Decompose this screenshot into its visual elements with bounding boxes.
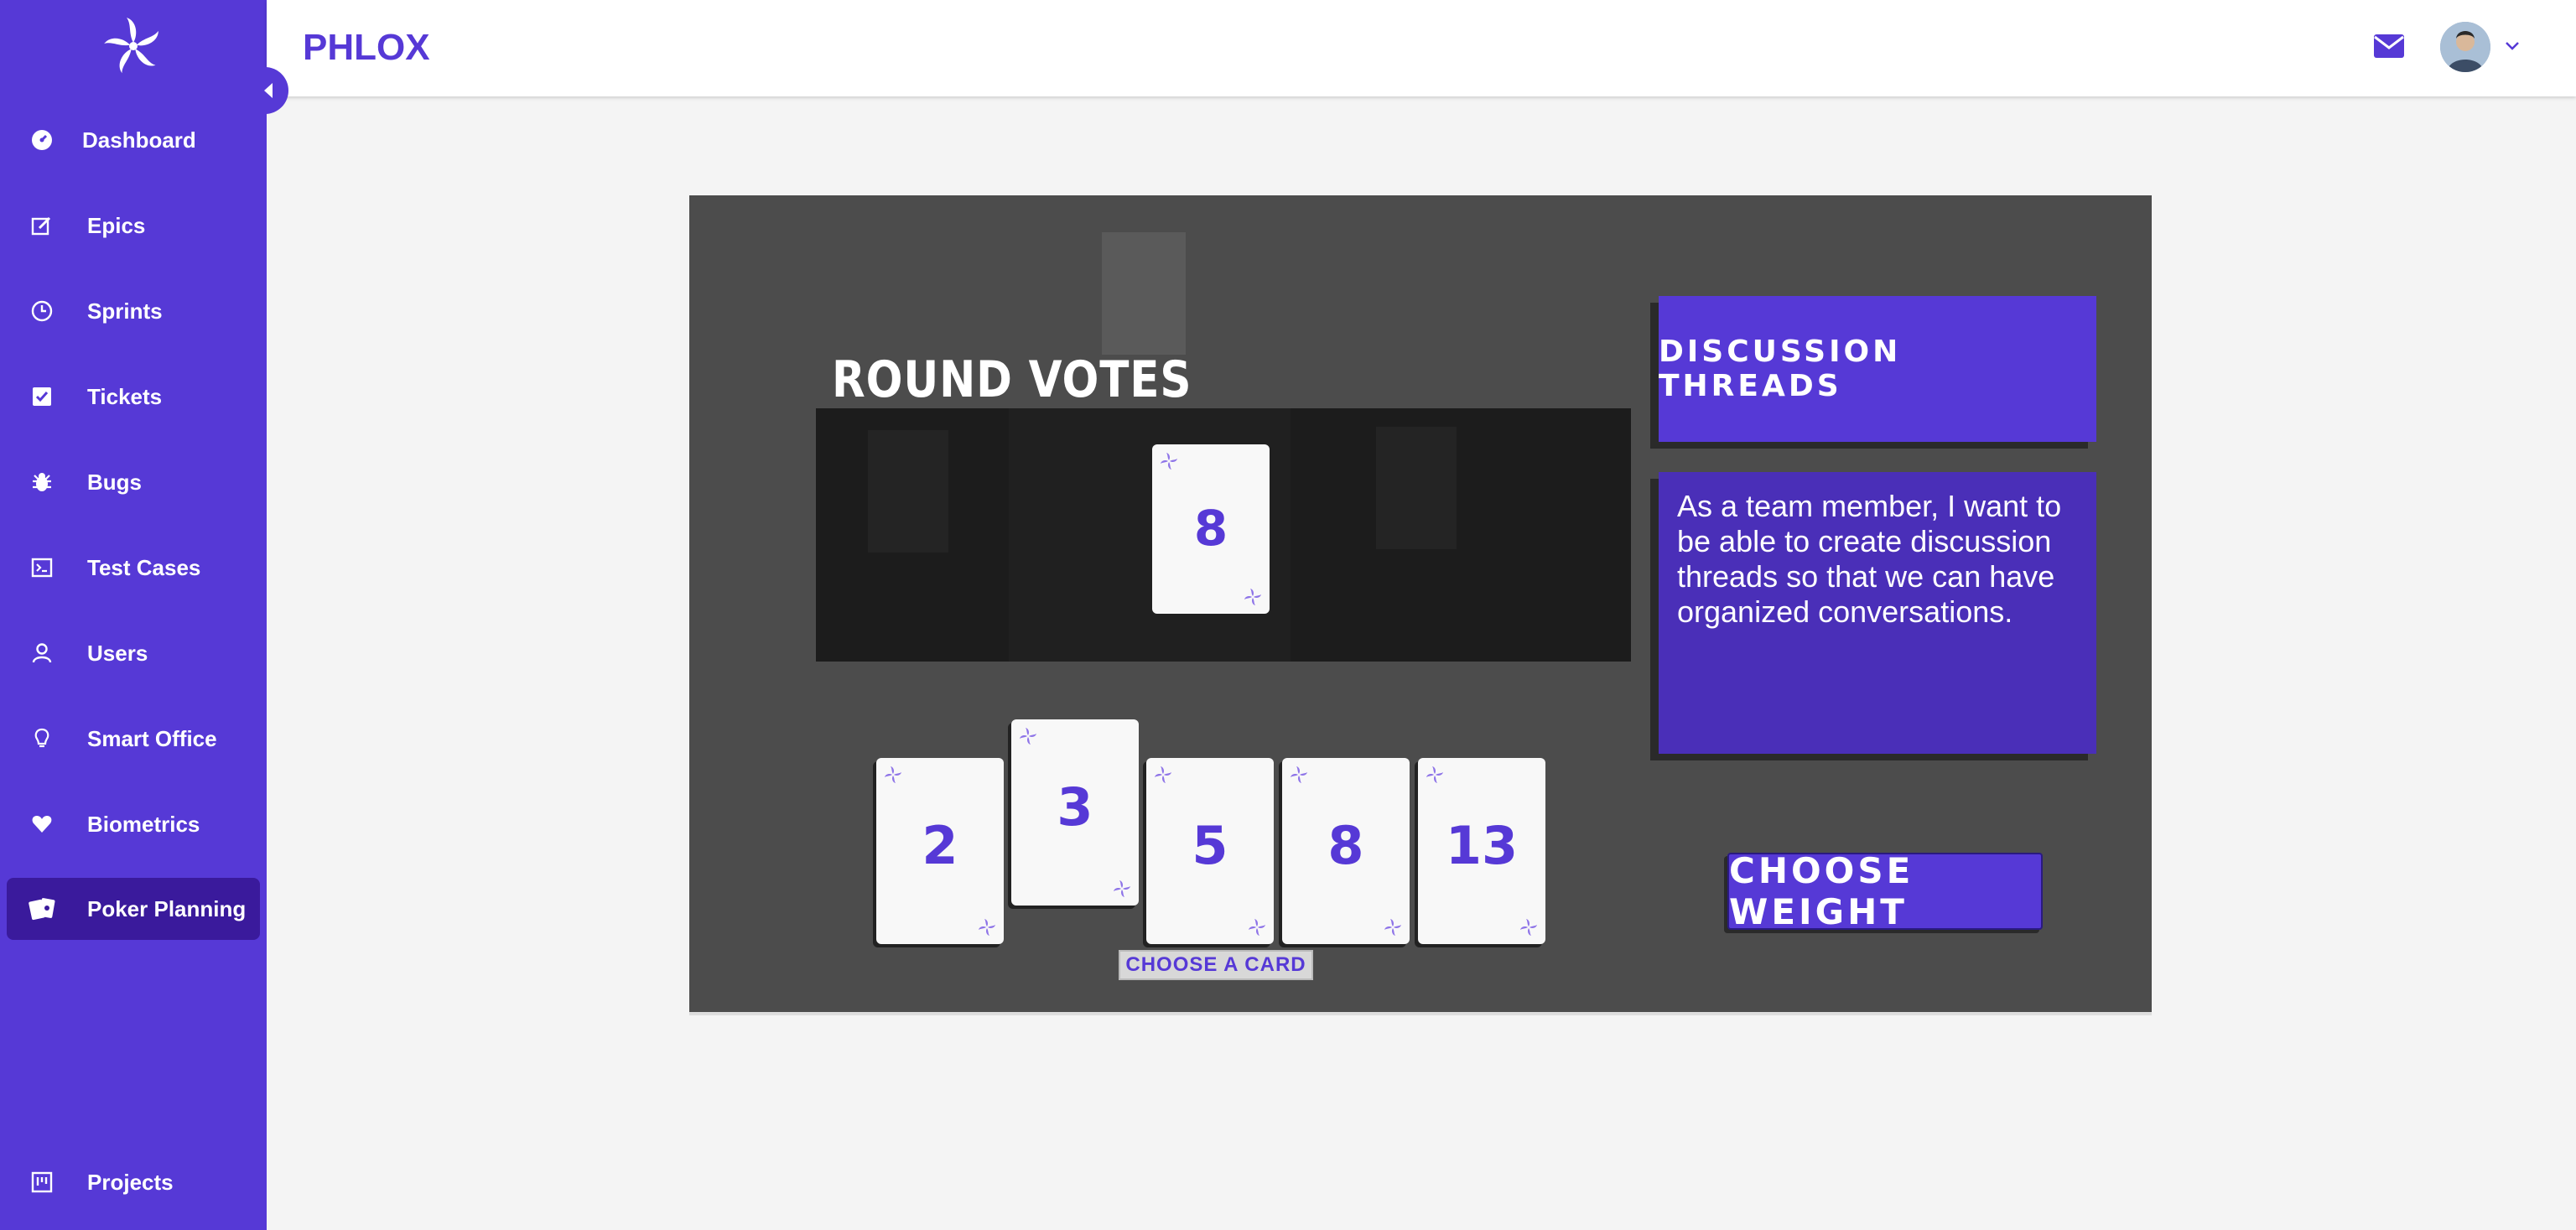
bug-icon (30, 470, 54, 494)
chevron-down-icon[interactable] (2504, 40, 2521, 52)
phlox-pin-icon (1244, 589, 1261, 605)
empty-vote-slot (1376, 427, 1457, 549)
hand-card[interactable]: 5 (1146, 758, 1274, 944)
sidebar-collapse-button[interactable] (248, 67, 288, 114)
sidebar-item-label: Sprints (87, 298, 163, 324)
phlox-pin-icon (1384, 919, 1401, 936)
round-votes-area: 8 (816, 408, 1631, 662)
sidebar-item-label: Poker Planning (87, 895, 247, 921)
choose-weight-button[interactable]: CHOOSE WEIGHT (1727, 850, 2043, 932)
sidebar-item-label: Smart Office (87, 725, 217, 751)
card-value: 8 (1327, 815, 1364, 876)
round-votes-title: ROUND VOTES (832, 350, 1192, 409)
sidebar-item-label: Bugs (87, 469, 142, 495)
sidebar-item-label: Tickets (87, 383, 163, 409)
sidebar-item-label: Projects (87, 1169, 174, 1195)
phlox-pin-icon (1020, 728, 1036, 745)
hand-card[interactable]: 13 (1418, 758, 1545, 944)
card-value: 8 (1193, 500, 1228, 557)
card-value: 13 (1445, 815, 1519, 876)
phlox-pin-icon (1114, 880, 1130, 897)
sidebar-item-label: Users (87, 640, 148, 666)
sidebar-item-sprints[interactable]: Sprints (7, 280, 260, 342)
dashboard-icon (30, 128, 54, 152)
sidebar-item-dashboard[interactable]: Dashboard (7, 109, 260, 171)
terminal-icon (30, 556, 54, 579)
hand-card[interactable]: 3 (1011, 719, 1139, 906)
phlox-pin-icon (1291, 766, 1307, 783)
sidebar-item-projects[interactable]: Projects (7, 1151, 260, 1213)
sidebar-item-bugs[interactable]: Bugs (7, 451, 260, 513)
sidebar-item-smart-office[interactable]: Smart Office (7, 708, 260, 770)
sidebar-item-label: Biometrics (87, 811, 200, 837)
sidebar-item-label: Test Cases (87, 554, 201, 580)
sidebar-item-biometrics[interactable]: Biometrics (7, 793, 260, 855)
clock-icon (30, 299, 54, 323)
sidebar: Dashboard Epics Sprints Tickets Bugs Tes… (0, 0, 267, 1230)
empty-card-slot (1102, 232, 1186, 355)
sidebar-item-users[interactable]: Users (7, 622, 260, 684)
card-value: 5 (1192, 815, 1228, 876)
phlox-pin-icon (979, 919, 995, 936)
hand-card[interactable]: 2 (876, 758, 1004, 944)
avatar[interactable] (2440, 22, 2490, 72)
hand-card[interactable]: 8 (1282, 758, 1410, 944)
voted-card: 8 (1152, 444, 1270, 614)
sidebar-item-poker-planning[interactable]: Poker Planning (7, 878, 260, 940)
lightbulb-icon (30, 727, 54, 750)
card-value: 3 (1057, 776, 1093, 838)
poker-game-board: ROUND VOTES 8 2 3 5 8 13 CHOOSE A CARD D… (689, 195, 2152, 1015)
phlox-pin-icon (1426, 766, 1443, 783)
chevron-left-icon (264, 83, 273, 98)
card-value: 2 (922, 815, 958, 876)
phlox-pin-icon (885, 766, 901, 783)
cards-icon (29, 897, 62, 921)
sidebar-item-tickets[interactable]: Tickets (7, 366, 260, 428)
check-square-icon (30, 385, 54, 408)
sidebar-item-label: Epics (87, 212, 146, 238)
top-header: PHLOX (267, 0, 2576, 96)
phlox-pin-icon (1155, 766, 1171, 783)
empty-vote-slot (868, 430, 948, 553)
user-story-text: As a team member, I want to be able to c… (1659, 472, 2096, 754)
edit-icon (30, 214, 54, 237)
sidebar-item-epics[interactable]: Epics (7, 195, 260, 257)
app-title: PHLOX (303, 27, 430, 68)
sidebar-item-test-cases[interactable]: Test Cases (7, 537, 260, 599)
board-icon (30, 1170, 54, 1194)
phlox-pin-icon (1249, 919, 1265, 936)
user-icon (30, 641, 54, 665)
mail-icon[interactable] (2373, 34, 2405, 59)
phlox-pin-icon (1520, 919, 1537, 936)
discussion-threads-button[interactable]: DISCUSSION THREADS (1659, 296, 2096, 442)
heart-icon (30, 812, 54, 836)
choose-a-card-label: CHOOSE A CARD (1119, 950, 1313, 980)
phlox-logo-icon[interactable] (102, 15, 164, 77)
phlox-pin-icon (1161, 453, 1177, 470)
sidebar-item-label: Dashboard (82, 127, 196, 153)
